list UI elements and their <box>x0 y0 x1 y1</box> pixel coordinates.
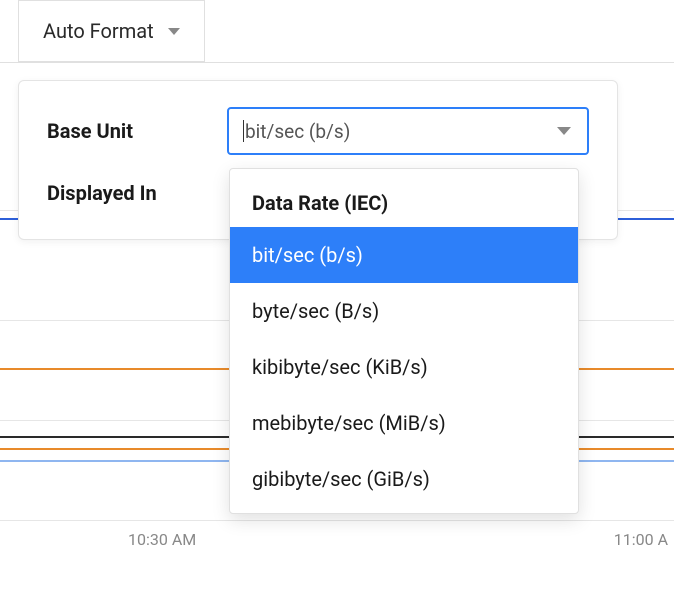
dropdown-option[interactable]: gibibyte/sec (GiB/s) <box>230 451 578 507</box>
base-unit-dropdown: Data Rate (IEC) bit/sec (b/s) byte/sec (… <box>229 168 579 514</box>
dropdown-option[interactable]: bit/sec (b/s) <box>230 227 578 283</box>
caret-down-icon <box>168 28 180 35</box>
text-cursor <box>243 120 244 142</box>
displayed-in-label: Displayed In <box>47 181 227 205</box>
dropdown-option[interactable]: mebibyte/sec (MiB/s) <box>230 395 578 451</box>
chart-gridline <box>0 520 674 521</box>
tab-label: Auto Format <box>43 19 154 43</box>
auto-format-tab[interactable]: Auto Format <box>18 0 205 62</box>
dropdown-option[interactable]: byte/sec (B/s) <box>230 283 578 339</box>
dropdown-option[interactable]: kibibyte/sec (KiB/s) <box>230 339 578 395</box>
tab-bar: Auto Format <box>0 0 674 63</box>
x-axis-tick: 11:00 A <box>614 530 668 549</box>
x-axis-tick: 10:30 AM <box>128 530 196 549</box>
base-unit-row: Base Unit bit/sec (b/s) <box>47 107 589 155</box>
base-unit-value: bit/sec (b/s) <box>245 120 350 143</box>
caret-down-icon <box>557 127 571 135</box>
base-unit-select[interactable]: bit/sec (b/s) <box>227 107 589 155</box>
dropdown-category-header: Data Rate (IEC) <box>230 175 578 227</box>
base-unit-label: Base Unit <box>47 119 227 143</box>
